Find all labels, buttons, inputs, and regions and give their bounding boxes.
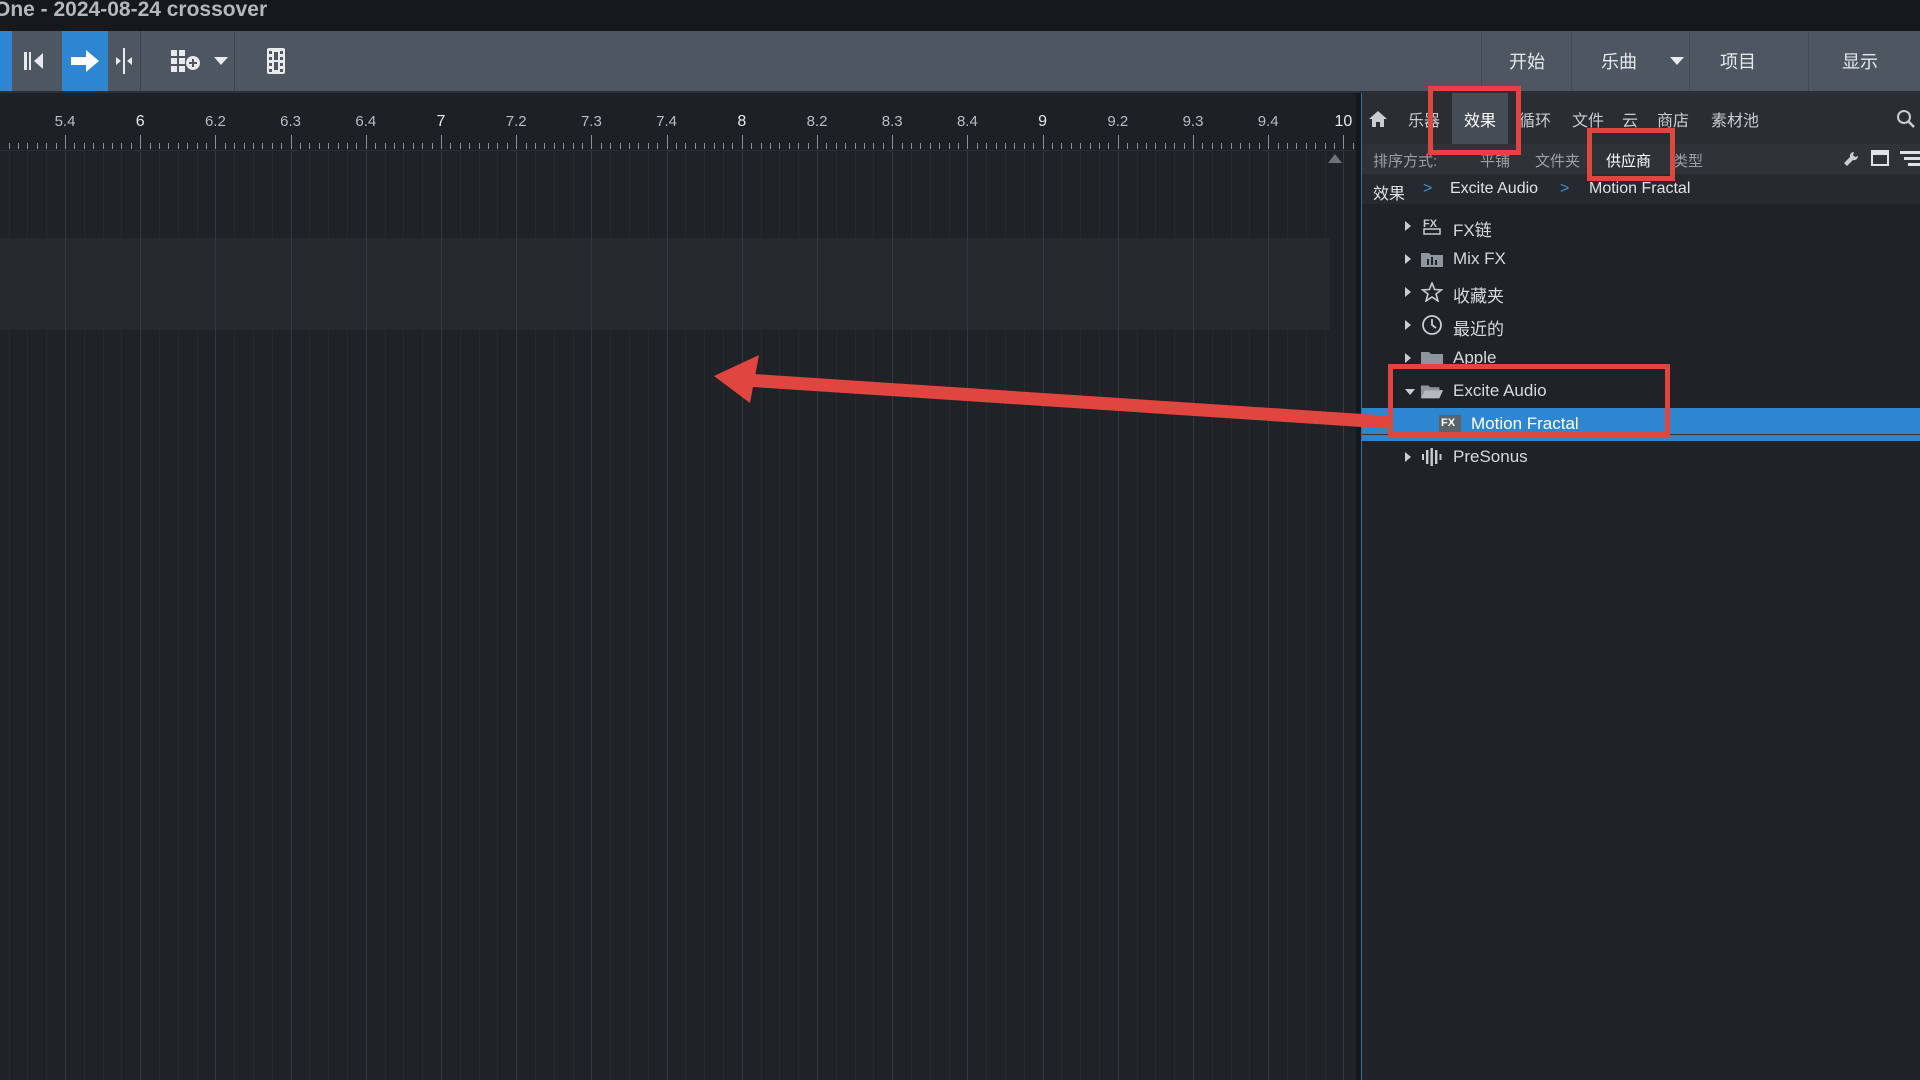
arrow-shaft bbox=[739, 373, 1392, 429]
arrow-head bbox=[714, 355, 759, 403]
drag-arrow-annotation bbox=[714, 355, 1392, 429]
